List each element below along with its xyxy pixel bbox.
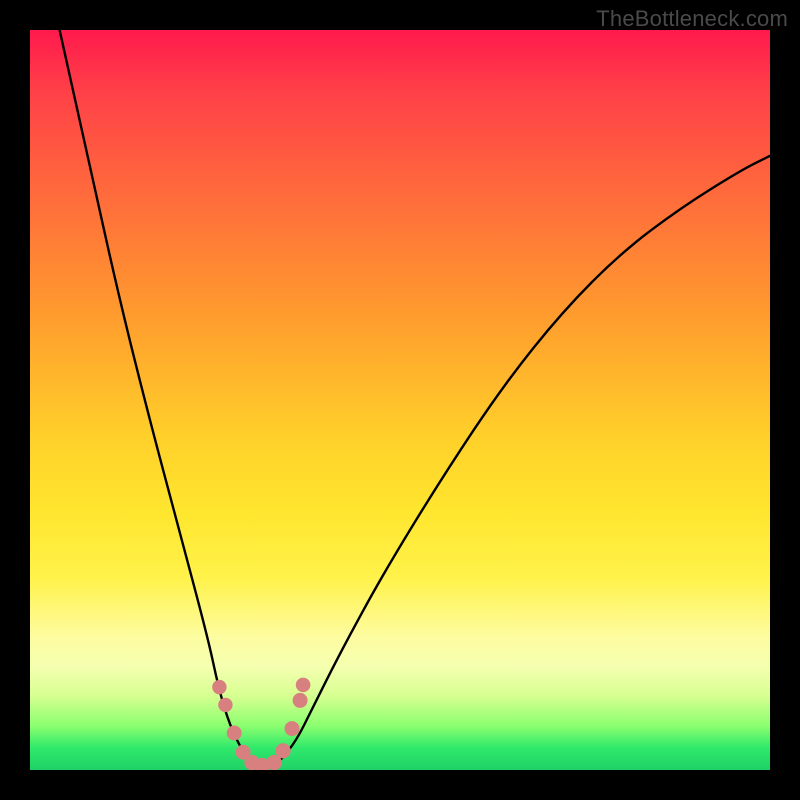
curve-marker [293, 693, 308, 708]
curve-marker [212, 680, 226, 694]
watermark-text: TheBottleneck.com [596, 6, 788, 32]
curve-marker [218, 698, 232, 712]
curve-marker [285, 721, 300, 736]
curve-marker [276, 743, 291, 758]
curve-marker [296, 678, 311, 693]
chart-frame: TheBottleneck.com [0, 0, 800, 800]
chart-svg [30, 30, 770, 770]
curve-markers [212, 678, 310, 770]
plot-area [30, 30, 770, 770]
bottleneck-curve [60, 30, 770, 766]
curve-marker [227, 726, 242, 741]
